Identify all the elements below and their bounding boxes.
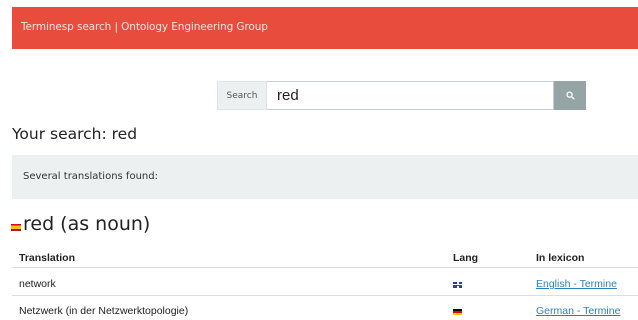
search-addon-label: Search (217, 81, 267, 110)
column-header-lexicon: In lexicon (536, 252, 585, 264)
term-heading-text: red (as noun) (23, 213, 151, 235)
spain-flag-icon (11, 224, 21, 231)
uk-flag-icon (453, 282, 462, 288)
your-search-heading: Your search: red (12, 125, 138, 143)
term-heading: red (as noun) (11, 213, 150, 235)
translation-cell: Netzwerk (in der Netzwerktopologie) (19, 305, 189, 317)
table-header-divider (12, 267, 638, 268)
search-button[interactable] (554, 81, 586, 110)
search-form: Search (217, 81, 586, 110)
translations-alert: Several translations found: (12, 155, 638, 199)
table-row-divider (12, 295, 638, 296)
column-header-lang: Lang (453, 252, 479, 264)
alert-message: Several translations found: (23, 171, 158, 182)
column-header-translation: Translation (19, 252, 76, 264)
lexicon-cell: English - Termine (536, 278, 617, 290)
search-icon (565, 91, 575, 100)
navbar: Terminesp search | Ontology Engineering … (12, 7, 638, 49)
lexicon-link-english[interactable]: English - Termine (536, 278, 617, 290)
search-input[interactable] (267, 81, 554, 110)
lexicon-link-german[interactable]: German - Termine (536, 305, 620, 317)
lexicon-cell: German - Termine (536, 305, 620, 317)
navbar-brand[interactable]: Terminesp search | Ontology Engineering … (21, 21, 268, 33)
germany-flag-icon (453, 309, 462, 315)
translation-cell: network (19, 278, 56, 290)
